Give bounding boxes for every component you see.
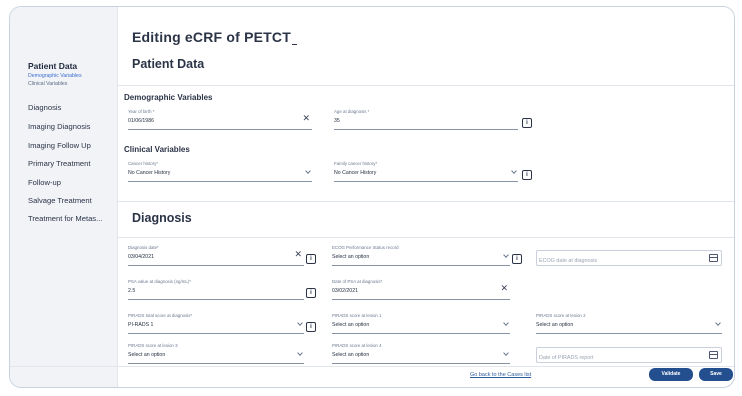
pirads-lesion1-placeholder: Select an option (332, 322, 370, 328)
diagnosis-heading: Diagnosis (132, 211, 192, 225)
psa-value-label: PSA value at diagnosis (ng/mL)* (128, 279, 191, 284)
diagnosis-date-label: Diagnosis date* (128, 245, 159, 250)
sidebar-item-primary-treatment[interactable]: Primary Treatment (28, 159, 90, 168)
family-cancer-history-select[interactable]: Family cancer history* No Cancer History (334, 161, 518, 182)
family-cancer-history-value: No Cancer History (334, 170, 377, 176)
cancer-history-select[interactable]: Cancer history* No Cancer History (128, 161, 312, 182)
clear-icon[interactable]: ✕ (294, 250, 302, 259)
diagnosis-date-value: 03/04/2021 (128, 254, 154, 260)
chevron-down-icon[interactable] (503, 320, 509, 326)
diagnosis-date-field[interactable]: Diagnosis date* 03/04/2021 ✕ (128, 245, 304, 266)
patient-data-heading: Patient Data (132, 57, 205, 71)
ecog-select[interactable]: ECOG Performance Status record Select an… (332, 245, 510, 266)
back-to-cases-link[interactable]: Go back to the Cases list (470, 372, 531, 378)
pirads-lesion4-placeholder: Select an option (332, 352, 370, 358)
app-window: Patient Data Demographic Variables Clini… (9, 6, 735, 388)
year-of-birth-label: Year of birth * (128, 109, 155, 114)
psa-value-field[interactable]: PSA value at diagnosis (ng/mL)* 2.5 (128, 279, 304, 300)
footer-divider (10, 366, 734, 367)
sidebar: Patient Data Demographic Variables Clini… (10, 7, 118, 387)
chevron-down-icon[interactable] (297, 320, 303, 326)
age-at-diagnosis-field[interactable]: Age at diagnosis * 35 (334, 109, 518, 130)
main-content: Editing eCRF of PETCT Patient Data Demog… (118, 7, 734, 387)
chevron-down-icon[interactable] (297, 350, 303, 356)
chevron-down-icon[interactable] (503, 350, 509, 356)
info-icon[interactable]: i (306, 288, 316, 298)
psa-date-value: 03/02/2021 (332, 288, 358, 294)
chevron-down-icon[interactable] (511, 168, 517, 174)
sidebar-item-treatment-metastasis[interactable]: Treatment for Metas... (28, 214, 102, 223)
info-icon[interactable]: i (522, 170, 532, 180)
year-of-birth-value: 01/06/1986 (128, 118, 154, 124)
clinical-title: Clinical Variables (124, 145, 190, 154)
info-icon[interactable]: i (306, 322, 316, 332)
age-at-diagnosis-value: 35 (334, 118, 340, 124)
demographic-title: Demographic Variables (124, 93, 213, 102)
pirads-report-date-field[interactable]: Date of PIRADS report (536, 347, 722, 363)
ecog-placeholder: Select an option (332, 254, 370, 260)
validate-button[interactable]: Validate (649, 368, 693, 381)
pirads-lesion4-label: PIRADS score at lesion 4 (332, 343, 382, 348)
pirads-lesion2-placeholder: Select an option (536, 322, 574, 328)
year-of-birth-field[interactable]: Year of birth * 01/06/1986 ✕ (128, 109, 312, 130)
pirads-total-value: PI-RADS 1 (128, 322, 154, 328)
family-cancer-history-label: Family cancer history* (334, 161, 378, 166)
pirads-report-date-placeholder: Date of PIRADS report (539, 355, 594, 361)
calendar-icon[interactable] (709, 351, 718, 359)
chevron-down-icon[interactable] (305, 168, 311, 174)
divider (118, 201, 734, 202)
ecog-date-placeholder: ECOG date at diagnosis (539, 258, 598, 264)
clear-icon[interactable]: ✕ (302, 114, 310, 123)
sidebar-item-imaging-follow-up[interactable]: Imaging Follow Up (28, 141, 91, 150)
info-icon[interactable]: i (522, 118, 532, 128)
age-at-diagnosis-label: Age at diagnosis * (334, 109, 370, 114)
pirads-lesion1-select[interactable]: PIRADS score at lesion 1 Select an optio… (332, 313, 510, 334)
sidebar-patient-data[interactable]: Patient Data Demographic Variables Clini… (28, 61, 82, 87)
ecog-label: ECOG Performance Status record (332, 245, 399, 250)
sidebar-item-follow-up[interactable]: Follow-up (28, 178, 61, 187)
sidebar-item-diagnosis[interactable]: Diagnosis (28, 103, 61, 112)
pirads-lesion3-label: PIRADS score at lesion 3 (128, 343, 178, 348)
pirads-lesion3-placeholder: Select an option (128, 352, 166, 358)
info-icon[interactable]: i (512, 254, 522, 264)
sidebar-item-salvage-treatment[interactable]: Salvage Treatment (28, 196, 92, 205)
chevron-down-icon[interactable] (715, 320, 721, 326)
divider (118, 85, 734, 86)
info-icon[interactable]: i (306, 254, 316, 264)
divider (118, 237, 734, 238)
sidebar-item-imaging-diagnosis[interactable]: Imaging Diagnosis (28, 122, 90, 131)
pirads-lesion1-label: PIRADS score at lesion 1 (332, 313, 382, 318)
psa-value-value: 2.5 (128, 288, 136, 294)
pirads-lesion4-select[interactable]: PIRADS score at lesion 4 Select an optio… (332, 343, 510, 364)
pirads-total-label: PIRADS total score at diagnosis* (128, 313, 193, 318)
calendar-icon[interactable] (709, 254, 718, 262)
pirads-total-select[interactable]: PIRADS total score at diagnosis* PI-RADS… (128, 313, 304, 334)
sidebar-sub-demographic[interactable]: Demographic Variables (28, 73, 82, 79)
pirads-lesion3-select[interactable]: PIRADS score at lesion 3 Select an optio… (128, 343, 304, 364)
page-title: Editing eCRF of PETCT (132, 29, 297, 45)
psa-date-label: Date of PSA at diagnosis* (332, 279, 383, 284)
pirads-lesion2-label: PIRADS score at lesion 2 (536, 313, 586, 318)
chevron-down-icon[interactable] (503, 252, 509, 258)
psa-date-field[interactable]: Date of PSA at diagnosis* 03/02/2021 ✕ (332, 279, 510, 300)
sidebar-sub-clinical[interactable]: Clinical Variables (28, 81, 82, 87)
cancer-history-value: No Cancer History (128, 170, 171, 176)
cancer-history-label: Cancer history* (128, 161, 159, 166)
clear-icon[interactable]: ✕ (500, 284, 508, 293)
save-button[interactable]: Save (699, 368, 733, 381)
sidebar-item-patient-data[interactable]: Patient Data (28, 61, 82, 71)
pirads-lesion2-select[interactable]: PIRADS score at lesion 2 Select an optio… (536, 313, 722, 334)
ecog-date-field[interactable]: ECOG date at diagnosis (536, 250, 722, 266)
